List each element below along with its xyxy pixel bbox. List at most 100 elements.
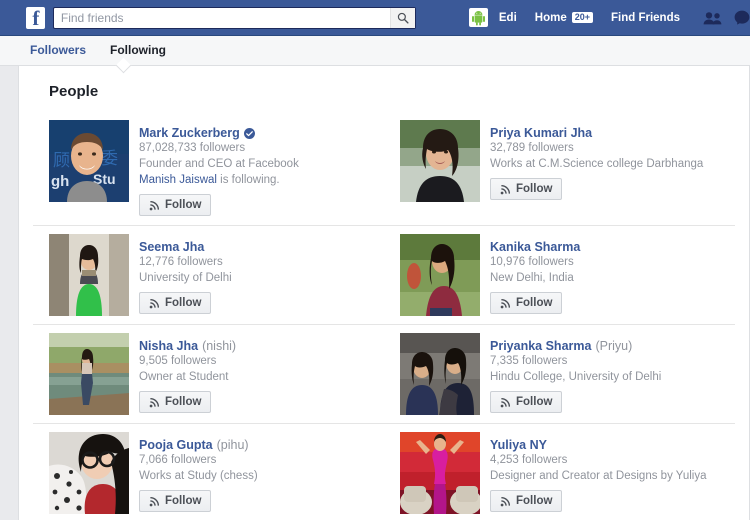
nav-profile-name: Edi: [498, 11, 517, 24]
person-info: Yuliya NY 4,253 followers Designer and C…: [490, 432, 725, 512]
rss-icon: [149, 298, 160, 308]
person-name-link[interactable]: Yuliya NY: [490, 438, 547, 452]
content-container: People 顾 委 gh Stu Mark Zuckerberg 87,028…: [18, 66, 750, 520]
person-subtitle: University of Delhi: [139, 272, 232, 284]
follower-count: 4,253 followers: [490, 454, 568, 466]
nav-icon-group: [703, 10, 750, 25]
person-info: Nisha Jha (nishi) 9,505 followers Owner …: [139, 333, 374, 413]
nav-find-friends-link[interactable]: Find Friends: [602, 8, 689, 28]
yuliya-ny-photo[interactable]: [400, 432, 480, 514]
person-name-row: Kanika Sharma: [490, 240, 725, 254]
person-name-row: Priyanka Sharma (Priyu): [490, 339, 725, 353]
search-container: [52, 6, 416, 29]
rss-icon: [149, 200, 160, 210]
rss-icon: [149, 397, 160, 407]
priya-kumari-jha-photo[interactable]: [400, 120, 480, 202]
person-name-link[interactable]: Nisha Jha: [139, 339, 198, 353]
search-icon: [397, 12, 409, 24]
follower-count: 9,505 followers: [139, 355, 217, 367]
rss-icon: [500, 184, 511, 194]
follow-button-label: Follow: [516, 495, 553, 507]
nav-home-badge: 20+: [571, 12, 593, 23]
person-card[interactable]: Priya Kumari Jha 32,789 followers Works …: [384, 112, 735, 226]
person-subtitle: Designer and Creator at Designs by Yuliy…: [490, 470, 707, 482]
facebook-logo-icon[interactable]: f: [26, 6, 45, 29]
follower-count: 87,028,733 followers: [139, 142, 246, 154]
svg-text:顾: 顾: [53, 151, 70, 171]
person-name-row: Nisha Jha (nishi): [139, 339, 374, 353]
person-card[interactable]: Pooja Gupta (pihu) 7,066 followers Works…: [33, 424, 384, 520]
person-name-row: Mark Zuckerberg: [139, 126, 374, 140]
person-subtitle: Works at Study (chess): [139, 470, 258, 482]
nav-home-link[interactable]: Home 20+: [526, 8, 602, 28]
rss-icon: [149, 496, 160, 506]
person-info: Mark Zuckerberg 87,028,733 followers Fou…: [139, 120, 374, 216]
person-card[interactable]: Nisha Jha (nishi) 9,505 followers Owner …: [33, 325, 384, 424]
follow-button[interactable]: Follow: [490, 292, 563, 314]
page-title: People: [49, 83, 99, 100]
page-body: People 顾 委 gh Stu Mark Zuckerberg 87,028…: [0, 66, 750, 520]
top-navigation-bar: f Edi: [0, 0, 750, 36]
person-nickname: (pihu): [216, 438, 249, 452]
follow-button[interactable]: Follow: [139, 490, 212, 512]
person-name-row: Priya Kumari Jha: [490, 126, 725, 140]
person-name-link[interactable]: Seema Jha: [139, 240, 204, 254]
person-info: Kanika Sharma 10,976 followers New Delhi…: [490, 234, 725, 314]
person-name-row: Seema Jha: [139, 240, 374, 254]
person-name-link[interactable]: Mark Zuckerberg: [139, 126, 240, 140]
search-input[interactable]: [52, 6, 416, 29]
person-nickname: (Priyu): [595, 339, 633, 353]
follower-count: 10,976 followers: [490, 256, 574, 268]
person-name-link[interactable]: Priyanka Sharma: [490, 339, 591, 353]
search-button[interactable]: [389, 7, 415, 28]
person-name-link[interactable]: Priya Kumari Jha: [490, 126, 592, 140]
pooja-gupta-photo[interactable]: [49, 432, 129, 514]
follow-button-label: Follow: [516, 183, 553, 195]
follow-button[interactable]: Follow: [490, 391, 563, 413]
follow-button[interactable]: Follow: [139, 391, 212, 413]
nav-profile-link[interactable]: Edi: [460, 4, 526, 31]
people-grid: 顾 委 gh Stu Mark Zuckerberg 87,028,733 fo…: [33, 112, 735, 520]
rss-icon: [500, 397, 511, 407]
follow-button-label: Follow: [165, 199, 202, 211]
person-card[interactable]: 顾 委 gh Stu Mark Zuckerberg 87,028,733 fo…: [33, 112, 384, 226]
mutual-following-line: Manish Jaiswal is following.: [139, 173, 374, 188]
person-name-link[interactable]: Pooja Gupta: [139, 438, 213, 452]
tab-following[interactable]: Following: [98, 43, 178, 65]
svg-text:gh: gh: [51, 173, 69, 190]
friend-requests-icon[interactable]: [703, 11, 722, 25]
person-info: Seema Jha 12,776 followers University of…: [139, 234, 374, 314]
nisha-jha-photo[interactable]: [49, 333, 129, 415]
follow-button[interactable]: Follow: [490, 490, 563, 512]
verified-badge-icon: [243, 127, 255, 139]
nav-home-label: Home: [534, 11, 567, 24]
person-card[interactable]: Priyanka Sharma (Priyu) 7,335 followers …: [384, 325, 735, 424]
kanika-sharma-photo[interactable]: [400, 234, 480, 316]
person-name-row: Pooja Gupta (pihu): [139, 438, 374, 452]
android-avatar-icon: [471, 10, 485, 25]
follow-button[interactable]: Follow: [139, 194, 212, 216]
tab-followers[interactable]: Followers: [18, 43, 98, 65]
follow-button-label: Follow: [165, 495, 202, 507]
person-nickname: (nishi): [202, 339, 237, 353]
person-name-row: Yuliya NY: [490, 438, 725, 452]
follow-button[interactable]: Follow: [490, 178, 563, 200]
person-card[interactable]: Kanika Sharma 10,976 followers New Delhi…: [384, 226, 735, 325]
person-card[interactable]: Yuliya NY 4,253 followers Designer and C…: [384, 424, 735, 520]
person-name-link[interactable]: Kanika Sharma: [490, 240, 580, 254]
nav-right-group: Edi Home 20+ Find Friends: [460, 4, 750, 31]
mutual-friend-link[interactable]: Manish Jaiswal: [139, 174, 217, 186]
priyanka-sharma-photo[interactable]: [400, 333, 480, 415]
seema-jha-photo[interactable]: [49, 234, 129, 316]
nav-find-friends-label: Find Friends: [611, 11, 680, 24]
profile-tab-strip: Followers Following: [0, 36, 750, 74]
follow-button[interactable]: Follow: [139, 292, 212, 314]
person-subtitle: Owner at Student: [139, 371, 229, 383]
person-info: Pooja Gupta (pihu) 7,066 followers Works…: [139, 432, 374, 512]
mark-zuckerberg-photo[interactable]: 顾 委 gh Stu: [49, 120, 129, 202]
person-card[interactable]: Seema Jha 12,776 followers University of…: [33, 226, 384, 325]
messages-icon[interactable]: [734, 10, 750, 25]
follow-button-label: Follow: [165, 297, 202, 309]
person-subtitle: Founder and CEO at Facebook: [139, 158, 299, 170]
rss-icon: [500, 298, 511, 308]
